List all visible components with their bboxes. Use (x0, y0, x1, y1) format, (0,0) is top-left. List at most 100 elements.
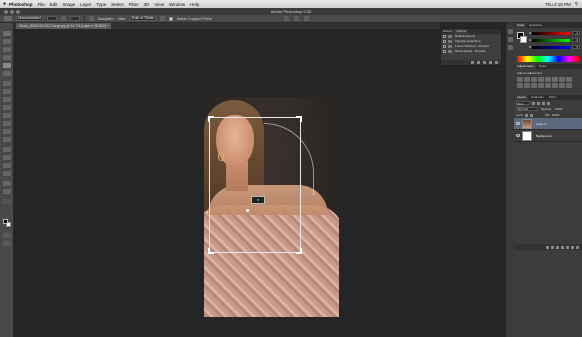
exposure-icon[interactable] (538, 77, 544, 82)
actions-panel-icon[interactable] (508, 37, 513, 42)
crop-tool-preset-icon[interactable] (4, 16, 12, 21)
clone-stamp-tool-icon[interactable] (3, 97, 11, 102)
marquee-tool-icon[interactable] (3, 39, 11, 44)
visibility-eye-icon[interactable] (516, 134, 520, 137)
zoom-window-button[interactable] (16, 9, 20, 14)
background-color-swatch[interactable] (6, 222, 11, 227)
layer-style-icon[interactable] (551, 245, 554, 249)
path-selection-tool-icon[interactable] (3, 163, 11, 168)
threshold-icon[interactable] (552, 83, 558, 88)
action-check-icon[interactable] (443, 50, 446, 53)
menu-3d[interactable]: 3D (144, 2, 150, 7)
menu-image[interactable]: Image (63, 2, 76, 7)
green-slider[interactable] (532, 39, 570, 42)
red-slider[interactable] (532, 32, 570, 35)
menu-layer[interactable]: Layer (80, 2, 91, 7)
menu-help[interactable]: Help (190, 2, 199, 7)
zoom-tool-icon[interactable] (3, 189, 11, 194)
crop-handle-top-right[interactable] (296, 116, 302, 122)
vibrance-icon[interactable] (545, 77, 551, 82)
crop-handle-top-left[interactable] (208, 116, 214, 122)
filter-shape-icon[interactable] (547, 101, 550, 105)
swap-dimensions-icon[interactable] (60, 16, 66, 21)
layer-name[interactable]: Layer 0 (536, 122, 546, 126)
reset-crop-icon[interactable] (284, 16, 289, 21)
crop-tool-icon[interactable] (3, 63, 11, 68)
layer-name[interactable]: Background (536, 134, 552, 138)
visibility-eye-icon[interactable] (516, 122, 520, 125)
screen-mode-icon[interactable] (3, 241, 11, 246)
opacity-value[interactable]: 100% (555, 107, 563, 111)
brightness-contrast-icon[interactable] (517, 77, 523, 82)
ratio-select[interactable]: Unconstrained (16, 16, 43, 21)
pen-tool-icon[interactable] (3, 147, 11, 152)
action-check-icon[interactable] (443, 40, 446, 43)
menu-file[interactable]: File (38, 2, 45, 7)
trash-icon[interactable] (495, 61, 498, 64)
menu-photoshop[interactable]: Photoshop (9, 2, 33, 7)
type-tool-icon[interactable] (3, 155, 11, 160)
black-white-icon[interactable] (566, 77, 572, 82)
new-action-icon[interactable] (489, 61, 492, 64)
filter-type-icon[interactable] (542, 101, 545, 105)
hand-tool-icon[interactable] (3, 181, 11, 186)
blur-tool-icon[interactable] (3, 129, 11, 134)
eyedropper-tool-icon[interactable] (3, 71, 11, 76)
delete-cropped-checkbox[interactable] (168, 16, 173, 21)
blue-value[interactable]: 0 (572, 45, 580, 49)
crop-width-field[interactable] (46, 16, 57, 21)
menu-filter[interactable]: Filter (129, 2, 139, 7)
red-value[interactable]: 0 (572, 31, 580, 35)
blue-slider[interactable] (532, 46, 570, 49)
new-layer-icon[interactable] (571, 245, 574, 249)
close-window-button[interactable] (4, 9, 8, 14)
dodge-tool-icon[interactable] (3, 137, 11, 142)
crop-height-field[interactable] (69, 16, 80, 21)
move-tool-icon[interactable] (3, 31, 11, 36)
crop-handle-bottom-right[interactable] (296, 248, 302, 254)
cancel-crop-icon[interactable] (294, 16, 299, 21)
action-check-icon[interactable] (443, 35, 446, 38)
history-panel-icon[interactable] (508, 29, 513, 34)
green-value[interactable]: 0 (572, 38, 580, 42)
fill-value[interactable]: 100% (552, 113, 560, 117)
hue-saturation-icon[interactable] (552, 77, 558, 82)
menu-type[interactable]: Type (96, 2, 106, 7)
photo-filter-icon[interactable] (517, 83, 523, 88)
history-brush-tool-icon[interactable] (3, 105, 11, 110)
apple-icon[interactable]: ● (3, 1, 6, 7)
lock-position-icon[interactable] (530, 113, 534, 117)
layer-row[interactable]: Background (514, 130, 582, 142)
spotlight-icon[interactable]: ⚲ (575, 1, 578, 7)
new-adjustment-icon[interactable] (561, 245, 564, 249)
color-balance-icon[interactable] (559, 77, 565, 82)
quick-mask-icon[interactable] (3, 233, 11, 238)
action-row[interactable]: Wood Frame - 50 pixel (441, 49, 501, 54)
menu-view[interactable]: View (154, 2, 164, 7)
straighten-icon[interactable] (88, 16, 94, 21)
filter-adjustment-icon[interactable] (537, 101, 540, 105)
play-icon[interactable] (483, 61, 486, 64)
color-lookup-icon[interactable] (531, 83, 537, 88)
blend-mode-select[interactable]: Normal (516, 107, 538, 111)
channel-mixer-icon[interactable] (524, 83, 530, 88)
posterize-icon[interactable] (545, 83, 551, 88)
lasso-tool-icon[interactable] (3, 47, 11, 52)
record-icon[interactable] (477, 61, 480, 64)
quick-selection-tool-icon[interactable] (3, 55, 11, 60)
menu-window[interactable]: Window (169, 2, 185, 7)
new-group-icon[interactable] (566, 245, 569, 249)
properties-panel-icon[interactable] (508, 45, 513, 50)
gradient-map-icon[interactable] (559, 83, 565, 88)
gradient-tool-icon[interactable] (3, 121, 11, 126)
color-spectrum-bar[interactable] (517, 56, 579, 62)
levels-icon[interactable] (524, 77, 530, 82)
crop-settings-gear-icon[interactable] (159, 16, 165, 21)
lock-pixels-icon[interactable] (525, 113, 529, 117)
background-swatch[interactable] (520, 36, 527, 43)
selective-color-icon[interactable] (566, 83, 572, 88)
menu-edit[interactable]: Edit (50, 2, 58, 7)
menu-select[interactable]: Select (111, 2, 124, 7)
healing-brush-tool-icon[interactable] (3, 81, 11, 86)
brush-tool-icon[interactable] (3, 89, 11, 94)
